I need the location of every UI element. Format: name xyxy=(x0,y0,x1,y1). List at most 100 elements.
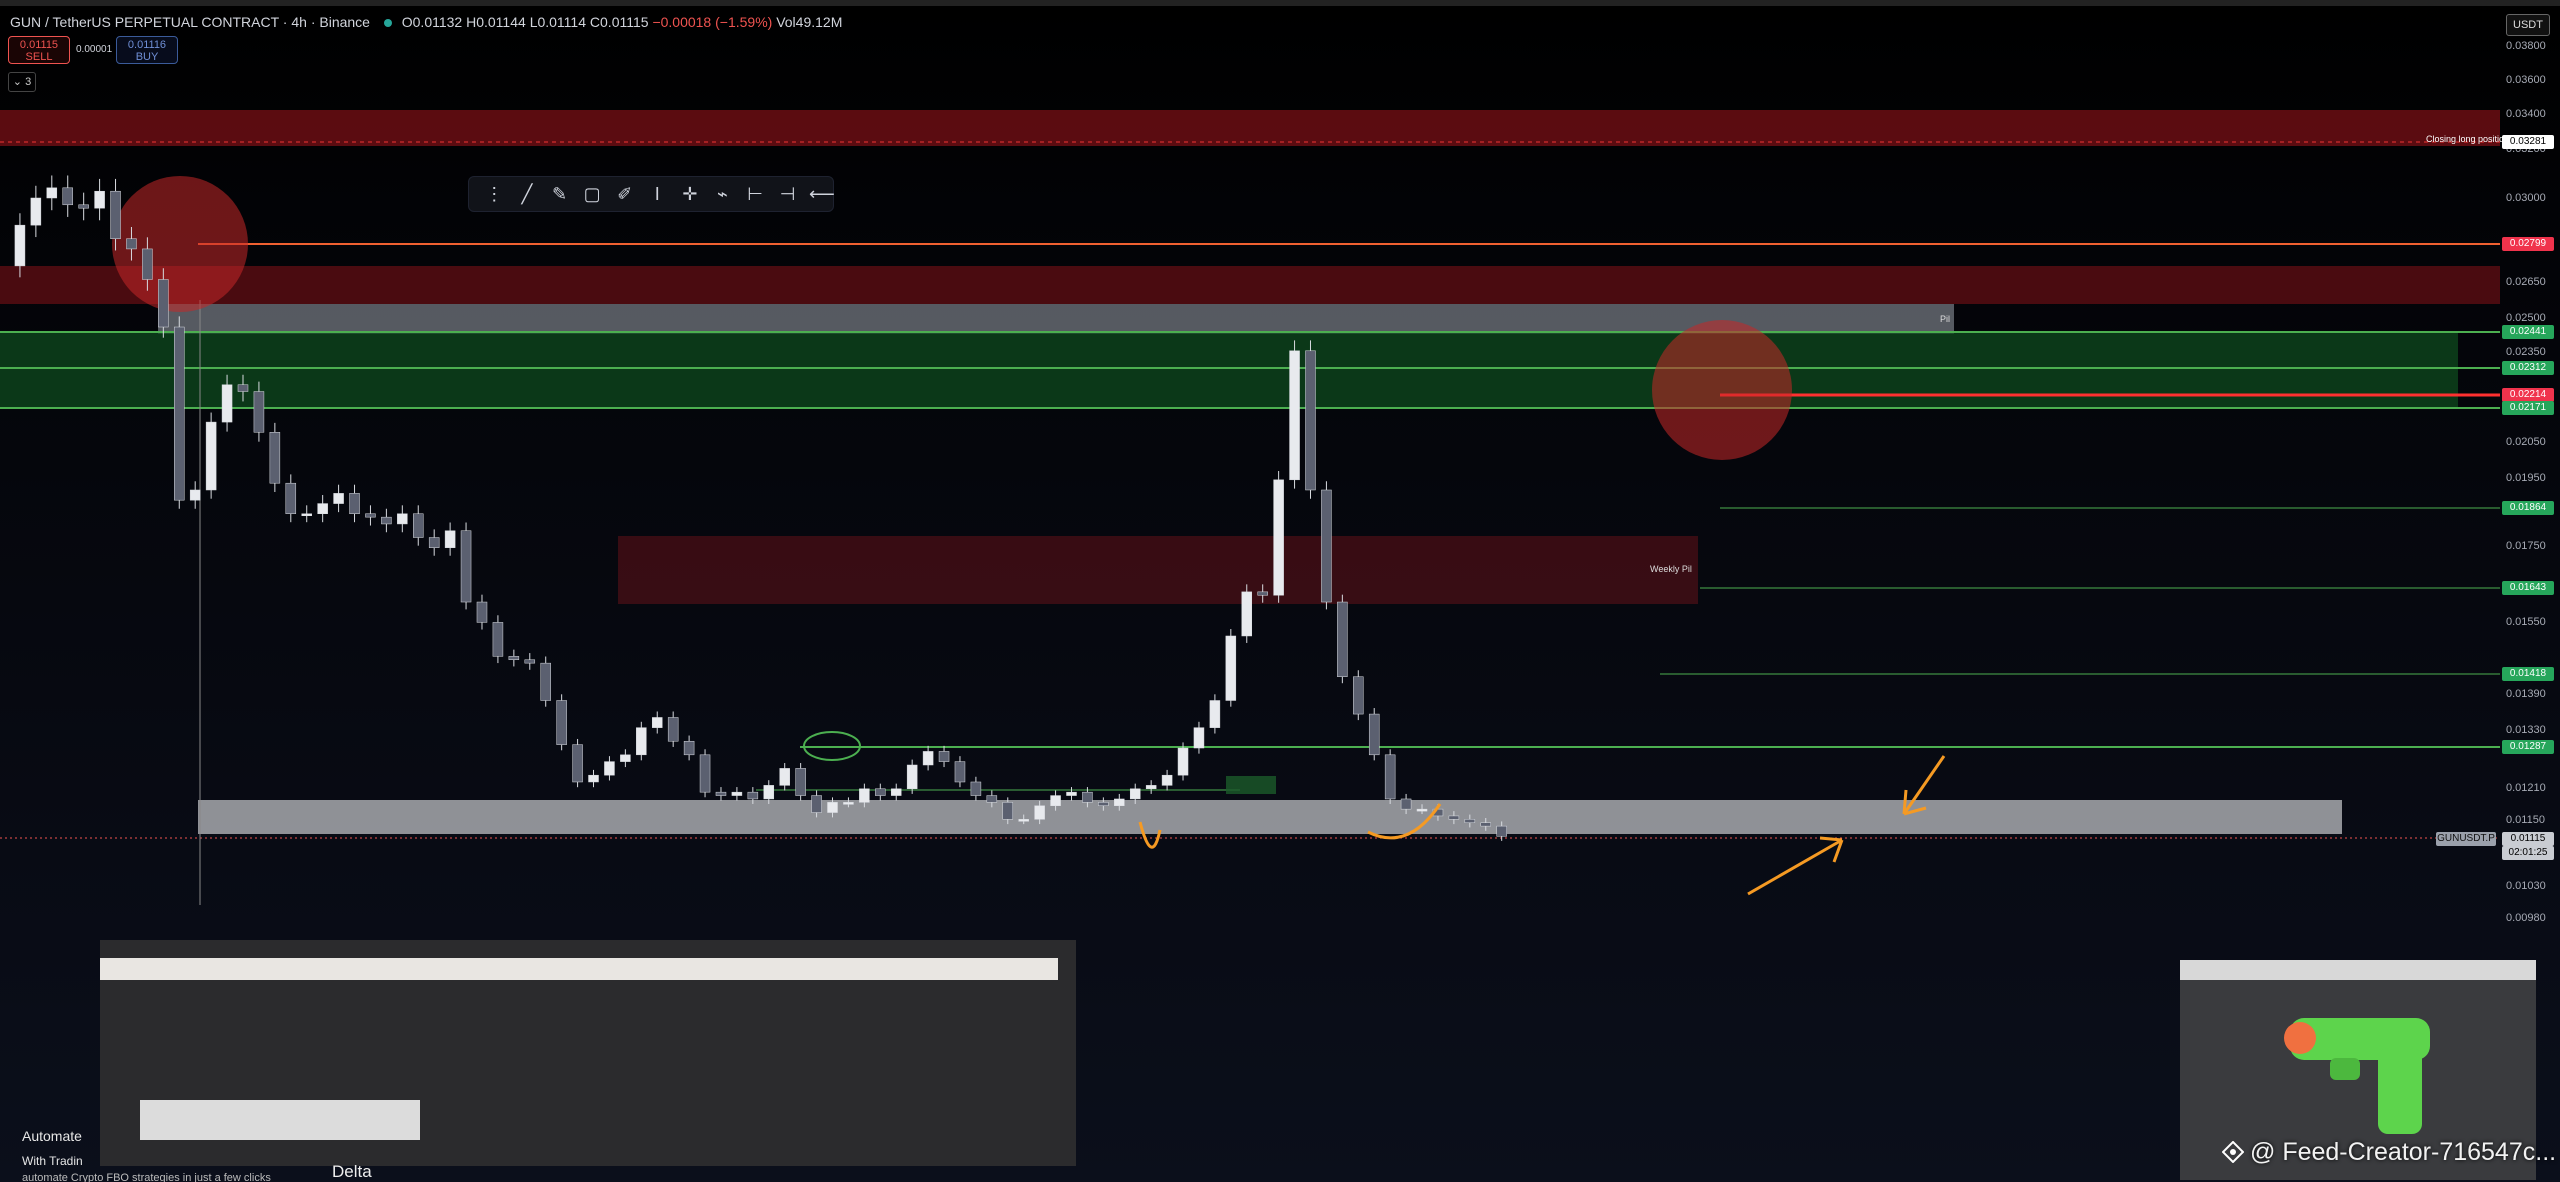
candle-body xyxy=(588,774,599,783)
candle-body xyxy=(1464,819,1476,823)
long-arrow-icon[interactable]: ⟵ xyxy=(809,182,835,206)
candle-body xyxy=(1368,713,1380,756)
grey-support-zone xyxy=(198,800,2342,834)
indicators-count: 3 xyxy=(25,76,32,88)
rectangle-icon[interactable]: ▢ xyxy=(581,182,604,206)
candle-body xyxy=(158,279,169,328)
candle-body xyxy=(1225,635,1237,701)
ad-brand: Delta xyxy=(332,1162,372,1181)
price-level-label: 0.01864 xyxy=(2502,501,2554,515)
candle-body xyxy=(795,768,806,796)
drag-handle-icon[interactable]: ⋮ xyxy=(483,182,506,206)
candle-body xyxy=(986,795,998,803)
highlight-circle-right xyxy=(1652,320,1792,460)
candle-body xyxy=(1145,785,1157,790)
grey-zone-upper xyxy=(158,304,1954,334)
candle-body xyxy=(1289,350,1300,481)
price-tick: 0.03000 xyxy=(2506,192,2546,204)
trading-chart-window: GUN / TetherUS PERPETUAL CONTRACT · 4h ·… xyxy=(0,0,2560,1182)
ohlc-close: C0.01115 xyxy=(589,14,649,30)
candle-body xyxy=(1448,815,1460,820)
candle-body xyxy=(1114,798,1125,806)
candle-body xyxy=(349,493,360,515)
candle-body xyxy=(301,513,312,517)
symbol-title[interactable]: GUN / TetherUS PERPETUAL CONTRACT · 4h ·… xyxy=(10,14,370,30)
buy-label: BUY xyxy=(135,51,159,63)
candle-body xyxy=(890,788,902,796)
candle-body xyxy=(1384,754,1396,800)
text-icon[interactable]: I xyxy=(646,182,669,206)
candle-body xyxy=(381,516,392,525)
candle-body xyxy=(1321,489,1332,603)
candle-body xyxy=(253,391,265,433)
buy-button[interactable]: 0.01116 BUY xyxy=(116,36,178,64)
ohlc-high: H0.01144 xyxy=(466,14,526,30)
candle-body xyxy=(1034,805,1045,820)
price-tick: 0.01950 xyxy=(2506,472,2546,484)
crosshair-icon[interactable]: ✛ xyxy=(679,182,702,206)
watermark-icon xyxy=(2222,1141,2244,1163)
candle-body xyxy=(1177,747,1189,776)
candle-body xyxy=(1193,727,1205,749)
candle-body xyxy=(1400,798,1412,810)
candle-body xyxy=(938,751,950,762)
candle-body xyxy=(1257,591,1268,596)
candle-body xyxy=(46,187,58,199)
candle-body xyxy=(1480,822,1491,827)
price-tick: 0.03800 xyxy=(2506,40,2546,52)
candle-body xyxy=(221,384,233,423)
candle-body xyxy=(476,601,488,623)
price-tick: 0.02050 xyxy=(2506,436,2546,448)
price-tick: 0.02350 xyxy=(2506,346,2546,358)
candle-body xyxy=(667,717,679,742)
candle-body xyxy=(205,421,217,491)
candle-body xyxy=(779,768,790,786)
candle-body xyxy=(1129,788,1141,800)
candle-body xyxy=(715,791,727,796)
indicators-toggle[interactable]: ⌄ 3 xyxy=(8,72,36,92)
candle-body xyxy=(556,700,567,745)
sell-button[interactable]: 0.01115 SELL xyxy=(8,36,70,64)
pencil-icon[interactable]: ✐ xyxy=(613,182,636,206)
blurred-thumbnail-header xyxy=(2180,960,2536,980)
price-chart[interactable] xyxy=(0,0,2560,1182)
candle-body xyxy=(763,785,775,800)
resistance-zone-top xyxy=(0,110,2500,146)
chart-header: GUN / TetherUS PERPETUAL CONTRACT · 4h ·… xyxy=(10,14,842,30)
current-price-label: 0.01115 xyxy=(2502,832,2554,846)
currency-selector[interactable]: USDT xyxy=(2506,14,2550,36)
date-range-icon[interactable]: ⊣ xyxy=(776,182,799,206)
candle-body xyxy=(970,781,982,796)
candle-body xyxy=(683,740,695,756)
candle-body xyxy=(954,761,966,783)
range-icon[interactable]: ⊢ xyxy=(744,182,767,206)
supply-zone-middle xyxy=(618,536,1698,604)
market-open-dot xyxy=(383,19,392,27)
buy-price: 0.01116 xyxy=(127,39,167,51)
candle-body xyxy=(1161,774,1173,786)
trend-line-icon[interactable]: ╱ xyxy=(516,182,539,206)
price-tick: 0.01550 xyxy=(2506,616,2546,628)
price-level-label: 0.01418 xyxy=(2502,667,2554,681)
candle-body xyxy=(62,187,73,206)
candle-body xyxy=(827,802,838,813)
blurred-ad-button xyxy=(140,1100,420,1140)
closing-long-label: Closing long position xyxy=(2426,134,2510,144)
candle-body xyxy=(1098,802,1109,806)
sell-label: SELL xyxy=(25,51,53,63)
candle-body xyxy=(1305,350,1316,491)
price-tick: 0.01390 xyxy=(2506,688,2546,700)
price-level-label: 0.02214 xyxy=(2502,388,2554,402)
candle-body xyxy=(30,197,42,226)
brush-icon[interactable]: ✎ xyxy=(548,182,571,206)
path-icon[interactable]: ⌁ xyxy=(711,182,734,206)
drawing-toolbar: ⋮ ╱ ✎ ▢ ✐ I ✛ ⌁ ⊢ ⊣ ⟵ xyxy=(468,176,835,212)
ad-caption: automate Crypto FBO strategies in just a… xyxy=(22,1172,271,1182)
price-level-label: 0.02799 xyxy=(2502,237,2554,251)
candle-body xyxy=(444,530,456,548)
sell-price: 0.01115 xyxy=(19,39,59,51)
candle-body xyxy=(397,513,408,525)
price-level-label: 0.01287 xyxy=(2502,740,2554,754)
price-tick: 0.02650 xyxy=(2506,276,2546,288)
price-level-label: 0.03281 xyxy=(2502,135,2554,149)
